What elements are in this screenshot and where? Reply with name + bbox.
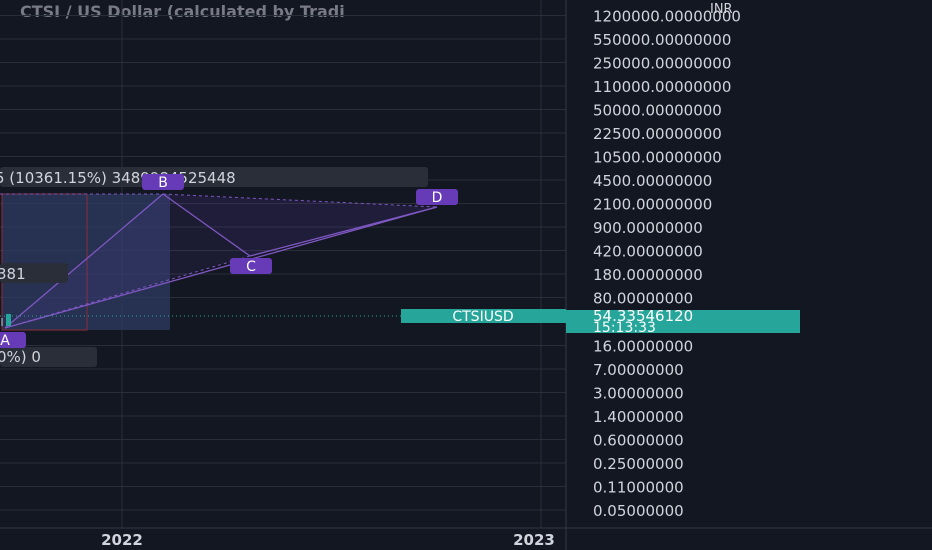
y-tick-label: 0.05000000 bbox=[593, 502, 684, 520]
symbol-tag-label: CTSIUSD bbox=[452, 309, 513, 325]
candle bbox=[6, 314, 11, 326]
y-tick-label: 16.00000000 bbox=[593, 338, 693, 356]
y-tick-label: 7.00000000 bbox=[593, 361, 684, 379]
point-label-c: C bbox=[246, 259, 256, 275]
y-tick-label: 4500.00000000 bbox=[593, 172, 712, 190]
y-tick-label: 0.60000000 bbox=[593, 432, 684, 450]
y-tick-label: 0.11000000 bbox=[593, 479, 684, 497]
point-label-d: D bbox=[432, 190, 443, 206]
y-tick-label: 180.00000000 bbox=[593, 266, 703, 284]
y-tick-label: 420.00000000 bbox=[593, 243, 703, 261]
price-tag-countdown: 15:13:33 bbox=[593, 320, 656, 336]
point-label-a: A bbox=[0, 333, 10, 349]
point-label-b: B bbox=[158, 175, 168, 191]
y-tick-label: 250000.00000000 bbox=[593, 55, 731, 73]
middle-measure-label: 381 bbox=[0, 265, 26, 283]
y-tick-label: 50000.00000000 bbox=[593, 102, 722, 120]
y-tick-label: 0.25000000 bbox=[593, 455, 684, 473]
y-tick-label: 22500.00000000 bbox=[593, 125, 722, 143]
y-tick-label: 10500.00000000 bbox=[593, 149, 722, 167]
y-tick-label: 80.00000000 bbox=[593, 290, 693, 308]
currency-label: INR bbox=[710, 2, 733, 17]
chart-canvas[interactable]: 5 (10361.15%) 34899845254483810%) 0ABCD … bbox=[0, 0, 932, 550]
y-tick-label: 3.00000000 bbox=[593, 385, 684, 403]
x-tick-label: 2023 bbox=[513, 531, 555, 549]
y-tick-label: 900.00000000 bbox=[593, 219, 703, 237]
lower-measure-label: 0%) 0 bbox=[0, 348, 41, 366]
x-tick-label: 2022 bbox=[101, 531, 143, 549]
upper-measure-label: 5 (10361.15%) 3489984525448 bbox=[0, 169, 236, 187]
y-tick-label: 110000.00000000 bbox=[593, 78, 731, 96]
y-tick-label: 550000.00000000 bbox=[593, 31, 731, 49]
y-tick-label: 1.40000000 bbox=[593, 408, 684, 426]
y-tick-label: 2100.00000000 bbox=[593, 196, 712, 214]
